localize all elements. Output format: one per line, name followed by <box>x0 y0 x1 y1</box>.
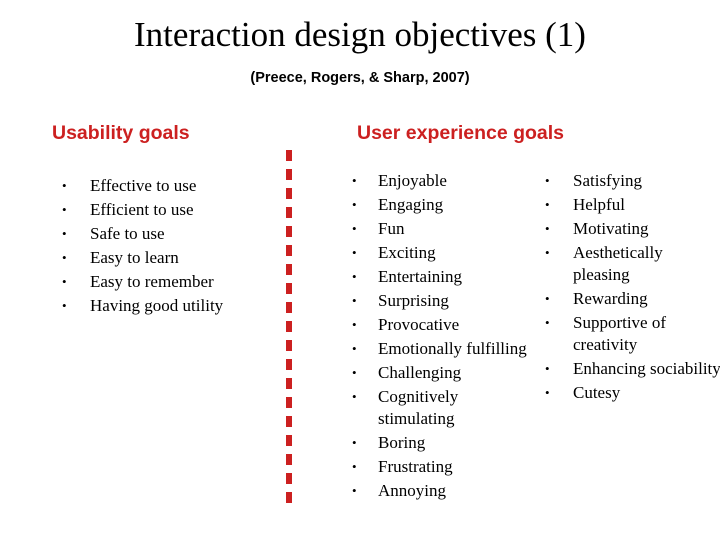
list-item-label: Emotionally fulfilling <box>378 339 527 358</box>
bullet-dot-icon: • <box>62 202 67 217</box>
list-item: • Provocative <box>348 314 533 336</box>
bullet-dot-icon: • <box>545 361 550 376</box>
list-item-label: Surprising <box>378 291 449 310</box>
bullet-dot-icon: • <box>62 178 67 193</box>
list-item: • Helpful <box>541 194 720 216</box>
list-item-label: Challenging <box>378 363 462 382</box>
bullet-dot-icon: • <box>545 385 550 400</box>
list-item-label: Entertaining <box>378 267 463 286</box>
bullet-dot-icon: • <box>62 298 67 313</box>
list-item: • Supportive of creativity <box>541 312 720 356</box>
list-item-label: Rewarding <box>573 289 648 308</box>
list-item-label: Aesthetically pleasing <box>573 243 663 284</box>
list-item: • Annoying <box>348 480 533 502</box>
list-item: • Emotionally fulfilling <box>348 338 533 360</box>
bullet-dot-icon: • <box>352 293 357 308</box>
list-item-label: Satisfying <box>573 171 642 190</box>
list-item-label: Annoying <box>378 481 446 500</box>
list-item-label: Supportive of creativity <box>573 313 667 354</box>
list-item-label: Cognitively stimulating <box>378 387 459 428</box>
bullet-dot-icon: • <box>352 173 357 188</box>
list-item-label: Fun <box>378 219 405 238</box>
list-item: • Safe to use <box>58 223 278 245</box>
list-item: • Effective to use <box>58 175 278 197</box>
section-heading-user-experience-goals: User experience goals <box>357 122 565 144</box>
bullet-dot-icon: • <box>545 197 550 212</box>
list-item: • Cutesy <box>541 382 720 404</box>
list-item: • Efficient to use <box>58 199 278 221</box>
bullet-dot-icon: • <box>352 197 357 212</box>
bullet-dot-icon: • <box>62 226 67 241</box>
user-experience-goals-list-column-a: • Enjoyable • Engaging • Fun • Exciting • Enterta… <box>348 170 533 504</box>
list-item-label: Safe to use <box>90 224 165 243</box>
list-item: • Frustrating <box>348 456 533 478</box>
bullet-dot-icon: • <box>352 221 357 236</box>
list-item: • Easy to remember <box>58 271 278 293</box>
list-item: • Boring <box>348 432 533 454</box>
bullet-dot-icon: • <box>352 317 357 332</box>
bullet-dot-icon: • <box>352 389 357 404</box>
list-item-label: Exciting <box>378 243 436 262</box>
list-item: • Aesthetically pleasing <box>541 242 720 286</box>
list-item: • Surprising <box>348 290 533 312</box>
list-item: • Easy to learn <box>58 247 278 269</box>
list-item-label: Easy to learn <box>90 248 179 267</box>
list-item: • Exciting <box>348 242 533 264</box>
usability-goals-list: • Effective to use • Efficient to use • Safe … <box>58 175 278 319</box>
bullet-dot-icon: • <box>62 250 67 265</box>
bullet-dot-icon: • <box>352 483 357 498</box>
bullet-dot-icon: • <box>352 459 357 474</box>
slide-canvas: Interaction design objectives (1) (Preec… <box>0 0 720 540</box>
list-item-label: Frustrating <box>378 457 453 476</box>
list-item: • Entertaining <box>348 266 533 288</box>
bullet-dot-icon: • <box>62 274 67 289</box>
list-item-label: Cutesy <box>573 383 621 402</box>
bullet-dot-icon: • <box>545 315 550 330</box>
bullet-dot-icon: • <box>545 221 550 236</box>
list-item: • Engaging <box>348 194 533 216</box>
page-title: Interaction design objectives (1) <box>134 15 586 54</box>
list-item-label: Provocative <box>378 315 460 334</box>
section-heading-usability-goals: Usability goals <box>52 122 190 144</box>
list-item-label: Helpful <box>573 195 625 214</box>
user-experience-goals-list-column-b: • Satisfying • Helpful • Motivating • Aesthetic… <box>541 170 720 406</box>
bullet-dot-icon: • <box>545 245 550 260</box>
bullet-dot-icon: • <box>545 173 550 188</box>
list-item: • Cognitively stimulating <box>348 386 533 430</box>
list-item: • Enhancing sociability <box>541 358 720 380</box>
vertical-dashed-divider <box>286 150 292 506</box>
list-item-label: Engaging <box>378 195 444 214</box>
list-item-label: Efficient to use <box>90 200 194 219</box>
list-item: • Having good utility <box>58 295 278 317</box>
citation-subtitle: (Preece, Rogers, & Sharp, 2007) <box>250 70 470 86</box>
list-item-label: Enjoyable <box>378 171 447 190</box>
list-item: • Enjoyable <box>348 170 533 192</box>
bullet-dot-icon: • <box>352 435 357 450</box>
list-item: • Fun <box>348 218 533 240</box>
list-item-label: Effective to use <box>90 176 197 195</box>
list-item: • Challenging <box>348 362 533 384</box>
bullet-dot-icon: • <box>352 245 357 260</box>
bullet-dot-icon: • <box>352 341 357 356</box>
bullet-dot-icon: • <box>352 365 357 380</box>
list-item-label: Boring <box>378 433 426 452</box>
list-item: • Motivating <box>541 218 720 240</box>
list-item-label: Having good utility <box>90 296 224 315</box>
list-item-label: Easy to remember <box>90 272 214 291</box>
list-item: • Rewarding <box>541 288 720 310</box>
bullet-dot-icon: • <box>352 269 357 284</box>
list-item: • Satisfying <box>541 170 720 192</box>
bullet-dot-icon: • <box>545 291 550 306</box>
list-item-label: Motivating <box>573 219 649 238</box>
list-item-label: Enhancing sociability <box>573 359 720 378</box>
